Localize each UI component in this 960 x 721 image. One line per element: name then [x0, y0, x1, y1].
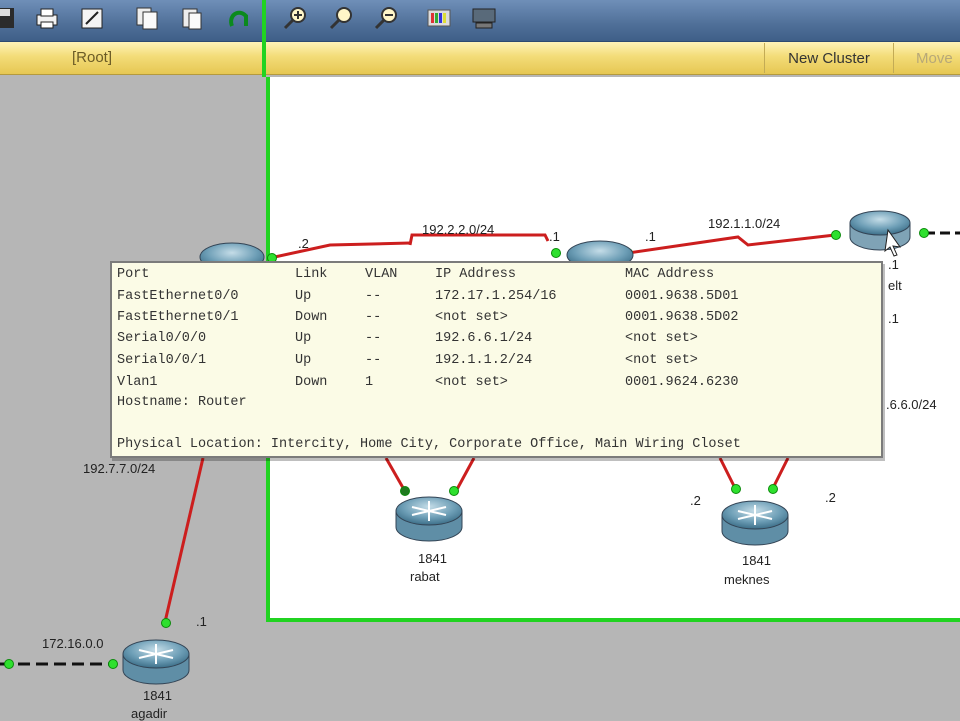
link-to-rabat-b [453, 457, 476, 494]
router-model-meknes: 1841 [742, 553, 771, 568]
ip-address: <not set> [435, 375, 508, 390]
zoom-in-icon[interactable] [281, 4, 309, 32]
router-name-rabat[interactable]: rabat [410, 569, 440, 584]
copy-icon[interactable] [133, 4, 161, 32]
physical-location-text: Physical Location: Intercity, Home City,… [117, 437, 741, 452]
new-cluster-button[interactable]: New Cluster [764, 43, 893, 73]
mac-address: 0001.9624.6230 [625, 375, 739, 390]
link-status: Up [295, 353, 312, 368]
link-left-router-to-center [269, 241, 411, 260]
undo-icon[interactable] [224, 4, 252, 32]
root-breadcrumb[interactable]: [Root] [72, 49, 112, 66]
mac-address: <not set> [625, 331, 698, 346]
cluster-border [262, 0, 266, 77]
mac-header: MAC Address [625, 267, 715, 282]
interface-label: .2 [825, 490, 836, 505]
main-toolbar [0, 0, 960, 42]
mac-address: <not set> [625, 353, 698, 368]
device-name-fragment: elt [888, 278, 902, 293]
network-label: 192.1.1.0/24 [708, 216, 781, 231]
router-icon-agadir[interactable] [122, 639, 190, 685]
vlan-value: 1 [365, 375, 374, 390]
device-info-tooltip: Port Link VLAN IP Address MAC Address Fa… [110, 261, 883, 458]
network-label: 192.2.2.0/24 [422, 222, 495, 237]
ip-address: 172.17.1.254/16 [435, 289, 557, 304]
router-name-meknes[interactable]: meknes [724, 572, 770, 587]
activity-wizard-icon[interactable] [78, 4, 106, 32]
port-name: Serial0/0/0 [117, 331, 207, 346]
print-icon[interactable] [33, 4, 61, 32]
interface-label: .2 [298, 236, 309, 251]
router-icon-right[interactable] [849, 210, 911, 257]
interface-label: .2 [690, 493, 701, 508]
link-status: Down [295, 310, 328, 325]
network-label: 192.7.7.0/24 [83, 461, 156, 476]
interface-label: .1 [196, 614, 207, 629]
port-name: Vlan1 [117, 375, 158, 390]
network-label: 172.16.0.0 [42, 636, 104, 651]
port-header: Port [117, 267, 150, 282]
mac-address: 0001.9638.5D02 [625, 310, 739, 325]
vlan-value: -- [365, 310, 382, 325]
interface-label: .1 [888, 311, 899, 326]
router-model-agadir: 1841 [143, 688, 172, 703]
link-status: Up [295, 331, 312, 346]
logical-workspace-bar: [Root] New Cluster Move [0, 42, 960, 75]
link-header: Link [295, 267, 328, 282]
link-status: Up [295, 289, 312, 304]
ip-header: IP Address [435, 267, 517, 282]
ip-address: 192.1.1.2/24 [435, 353, 533, 368]
router-icon-meknes[interactable] [721, 500, 789, 546]
router-icon-rabat[interactable] [395, 496, 463, 542]
interface-label: .1 [645, 229, 656, 244]
port-name: FastEthernet0/0 [117, 289, 239, 304]
ip-address: <not set> [435, 310, 508, 325]
vlan-header: VLAN [365, 267, 398, 282]
vlan-value: -- [365, 353, 382, 368]
move-object-button[interactable]: Move [893, 43, 960, 73]
zoom-out-icon[interactable] [372, 4, 400, 32]
router-name-agadir[interactable]: agadir [131, 706, 167, 721]
vlan-value: -- [365, 331, 382, 346]
custom-device-icon[interactable] [470, 4, 498, 32]
interface-label: .1 [888, 257, 899, 272]
mac-address: 0001.9638.5D01 [625, 289, 739, 304]
link-status: Down [295, 375, 328, 390]
port-name: FastEthernet0/1 [117, 310, 239, 325]
palette-icon[interactable] [425, 4, 453, 32]
save-icon[interactable] [0, 4, 18, 32]
zoom-reset-icon[interactable] [327, 4, 355, 32]
link-center-to-right-router [627, 233, 836, 255]
network-label: .6.6.0/24 [886, 397, 937, 412]
port-name: Serial0/0/1 [117, 353, 207, 368]
router-model-rabat: 1841 [418, 551, 447, 566]
paste-icon[interactable] [178, 4, 206, 32]
interface-label: .1 [549, 229, 560, 244]
link-to-agadir [163, 457, 205, 623]
ip-address: 192.6.6.1/24 [435, 331, 533, 346]
vlan-value: -- [365, 289, 382, 304]
hostname-text: Hostname: Router [117, 395, 247, 410]
